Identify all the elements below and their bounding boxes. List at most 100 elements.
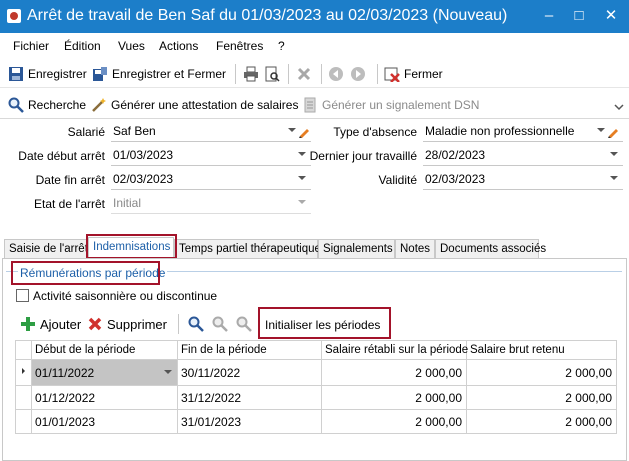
- menu-help[interactable]: ?: [278, 39, 285, 53]
- chevron-down-icon: [298, 152, 306, 156]
- pencil-icon[interactable]: [298, 125, 310, 138]
- window-title: Arrêt de travail de Ben Saf du 01/03/202…: [27, 7, 508, 24]
- row-header: [15, 385, 32, 410]
- table-cell[interactable]: 01/01/2023: [31, 409, 178, 434]
- toolbar-separator: [178, 314, 179, 334]
- validity-label: Validité: [378, 173, 417, 187]
- table-cell[interactable]: 31/01/2023: [177, 409, 322, 434]
- close-document-icon: [384, 66, 400, 83]
- table-cell[interactable]: 31/12/2022: [177, 385, 322, 410]
- column-header[interactable]: Salaire brut retenu: [466, 340, 617, 360]
- state-field[interactable]: Initial: [111, 194, 311, 214]
- previous-button[interactable]: [328, 65, 348, 83]
- last-day-field[interactable]: 28/02/2023: [423, 146, 623, 166]
- employee-field[interactable]: Saf Ben: [111, 122, 311, 142]
- toolbar-separator: [288, 64, 289, 84]
- seasonal-checkbox[interactable]: [16, 289, 29, 302]
- table-row[interactable]: 01/01/2023 31/01/2023 2 000,00 2 000,00: [15, 409, 617, 434]
- absence-type-value: Maladie non professionnelle: [425, 124, 575, 138]
- delete-button[interactable]: Supprimer: [87, 315, 167, 333]
- zoom-out-button[interactable]: [236, 315, 256, 333]
- tab-saisie[interactable]: Saisie de l'arrêt: [4, 239, 88, 258]
- tab-notes[interactable]: Notes: [395, 239, 435, 258]
- title-bar: Arrêt de travail de Ben Saf du 01/03/202…: [0, 0, 629, 33]
- tab-signalements[interactable]: Signalements: [318, 239, 395, 258]
- menu-edition[interactable]: Édition: [64, 39, 101, 53]
- table-cell[interactable]: 01/12/2022: [31, 385, 178, 410]
- x-icon-disabled: [296, 66, 312, 82]
- table-cell[interactable]: 2 000,00: [321, 359, 467, 386]
- generate-certificate-button[interactable]: Générer une attestation de salaires: [91, 96, 298, 114]
- generate-dsn-button[interactable]: Générer un signalement DSN: [302, 96, 479, 114]
- end-date-field[interactable]: 02/03/2023: [111, 170, 311, 190]
- end-date-value: 02/03/2023: [113, 172, 174, 186]
- delete-record-button[interactable]: [296, 65, 316, 83]
- menu-vues[interactable]: Vues: [118, 39, 145, 53]
- zoom-in-icon: [212, 316, 228, 332]
- cell-value: 01/11/2022: [35, 365, 95, 380]
- table-cell[interactable]: 2 000,00: [321, 385, 467, 410]
- table-row[interactable]: 01/12/2022 31/12/2022 2 000,00 2 000,00: [15, 385, 617, 410]
- state-label: Etat de l'arrêt: [34, 197, 105, 211]
- chevron-down-icon[interactable]: [164, 370, 172, 374]
- column-header[interactable]: Fin de la période: [177, 340, 322, 360]
- print-preview-button[interactable]: [264, 65, 284, 83]
- column-header[interactable]: Salaire rétabli sur la période: [321, 340, 468, 360]
- table-cell[interactable]: 01/11/2022: [31, 359, 178, 386]
- menu-actions[interactable]: Actions: [159, 39, 198, 53]
- tab-documents[interactable]: Documents associés: [435, 239, 546, 258]
- menu-fichier[interactable]: Fichier: [13, 39, 49, 53]
- zoom-out-icon: [236, 316, 252, 332]
- state-value: Initial: [113, 196, 142, 210]
- end-date-label: Date fin arrêt: [35, 173, 105, 187]
- pencil-icon[interactable]: [607, 125, 619, 138]
- menu-fenetres[interactable]: Fenêtres: [216, 39, 263, 53]
- highlight-box: [86, 234, 177, 259]
- document-icon: [302, 97, 318, 113]
- last-day-label: Dernier jour travaillé: [309, 149, 417, 163]
- start-date-field[interactable]: 01/03/2023: [111, 146, 311, 166]
- maximize-button[interactable]: □: [566, 4, 592, 28]
- seasonal-checkbox-label: Activité saisonnière ou discontinue: [33, 289, 218, 303]
- table-cell[interactable]: 2 000,00: [466, 359, 617, 386]
- header-form: Salarié Saf Ben Date début arrêt 01/03/2…: [0, 120, 629, 236]
- table-row[interactable]: 01/11/2022 30/11/2022 2 000,00 2 000,00: [15, 359, 617, 386]
- search-grid-button[interactable]: [188, 315, 208, 333]
- print-button[interactable]: [243, 65, 263, 83]
- print-preview-icon: [264, 66, 280, 82]
- absence-type-field[interactable]: Maladie non professionnelle: [423, 122, 623, 142]
- column-header[interactable]: Début de la période: [31, 340, 178, 360]
- search-icon: [188, 316, 204, 332]
- add-button[interactable]: Ajouter: [20, 315, 81, 333]
- table-cell[interactable]: 2 000,00: [466, 409, 617, 434]
- grid-header-row: Début de la période Fin de la période Sa…: [15, 340, 617, 360]
- close-window-button[interactable]: ✕: [598, 4, 624, 28]
- next-button[interactable]: [350, 65, 370, 83]
- search-button[interactable]: Recherche: [8, 96, 86, 114]
- table-cell[interactable]: 2 000,00: [466, 385, 617, 410]
- toolbar-separator: [235, 64, 236, 84]
- employee-label: Salarié: [67, 125, 105, 139]
- validity-field[interactable]: 02/03/2023: [423, 170, 623, 190]
- zoom-in-button[interactable]: [212, 315, 232, 333]
- table-cell[interactable]: 30/11/2022: [177, 359, 322, 386]
- chevron-down-icon[interactable]: [614, 100, 624, 114]
- row-header-corner: [15, 340, 32, 360]
- start-date-label: Date début arrêt: [18, 149, 105, 163]
- toolbar-separator: [377, 64, 378, 84]
- minimize-button[interactable]: –: [536, 4, 562, 28]
- close-button[interactable]: Fermer: [384, 65, 443, 83]
- save-close-button[interactable]: Enregistrer et Fermer: [92, 65, 226, 83]
- chevron-down-icon: [610, 176, 618, 180]
- magic-wand-icon: [91, 97, 107, 113]
- table-cell[interactable]: 2 000,00: [321, 409, 467, 434]
- actions-toolbar: Recherche Générer une attestation de sal…: [0, 89, 629, 119]
- save-button[interactable]: Enregistrer: [8, 65, 87, 83]
- chevron-down-icon: [597, 128, 605, 132]
- delete-label: Supprimer: [107, 316, 167, 332]
- highlight-box: [258, 307, 391, 339]
- start-date-value: 01/03/2023: [113, 148, 174, 162]
- search-icon: [8, 97, 24, 113]
- tab-temps-partiel[interactable]: Temps partiel thérapeutique: [174, 239, 321, 258]
- generate-certificate-label: Générer une attestation de salaires: [111, 98, 299, 112]
